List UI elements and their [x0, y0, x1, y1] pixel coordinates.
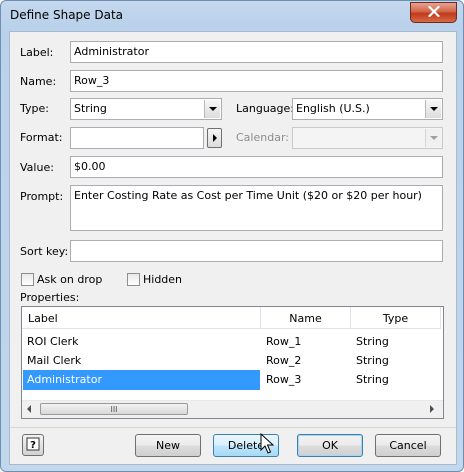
triangle-right-icon	[212, 134, 217, 142]
type-value: String	[74, 102, 107, 115]
row-label: Mail Clerk	[27, 354, 82, 367]
close-button[interactable]	[410, 2, 457, 23]
column-header-name[interactable]: Name	[261, 307, 351, 329]
properties-caption: Properties:	[20, 291, 80, 304]
chevron-down-icon[interactable]	[425, 100, 441, 118]
table-row[interactable]: ROI Clerk Row_1 String	[22, 332, 443, 352]
help-icon: ?	[26, 437, 40, 454]
hidden-checkbox[interactable]	[127, 273, 140, 286]
mouse-pointer-icon	[260, 432, 275, 458]
scroll-left-icon[interactable]	[27, 405, 31, 413]
sortkey-input[interactable]	[70, 240, 443, 262]
row-label: ROI Clerk	[27, 335, 79, 348]
row-type: String	[356, 373, 389, 386]
sortkey-caption: Sort key:	[20, 245, 69, 258]
prompt-caption: Prompt:	[20, 190, 64, 203]
table-row[interactable]: Mail Clerk Row_2 String	[22, 351, 443, 371]
table-row-selected[interactable]: Administrator Row_3 String	[22, 370, 443, 390]
column-header-type[interactable]: Type	[351, 307, 441, 329]
horizontal-scrollbar[interactable]: III	[22, 400, 443, 418]
new-button[interactable]: New	[135, 434, 201, 457]
type-caption: Type:	[20, 102, 49, 115]
name-caption: Name:	[20, 75, 57, 88]
cancel-button[interactable]: Cancel	[375, 434, 441, 457]
prompt-textarea[interactable]: Enter Costing Rate as Cost per Time Unit…	[70, 185, 443, 231]
dialog-client-area: Label: Administrator Name: Row_3 Type: S…	[9, 31, 457, 465]
row-name: Row_1	[266, 335, 302, 348]
divider	[10, 427, 456, 428]
ok-button[interactable]: OK	[297, 434, 363, 457]
ask-on-drop-checkbox[interactable]	[21, 273, 34, 286]
chevron-down-icon	[425, 129, 441, 147]
label-caption: Label:	[20, 46, 54, 59]
name-input[interactable]: Row_3	[70, 70, 443, 92]
language-select[interactable]: English (U.S.)	[292, 98, 443, 120]
close-icon	[427, 5, 440, 20]
row-name: Row_2	[266, 354, 302, 367]
row-type: String	[356, 335, 389, 348]
value-caption: Value:	[20, 161, 54, 174]
language-caption: Language:	[236, 102, 294, 115]
format-picker-button[interactable]	[207, 128, 222, 148]
calendar-caption: Calendar:	[236, 131, 289, 144]
hidden-label[interactable]: Hidden	[143, 273, 182, 286]
help-button[interactable]: ?	[22, 434, 44, 456]
format-caption: Format:	[20, 131, 63, 144]
column-header-label[interactable]: Label	[22, 307, 261, 329]
scroll-right-icon[interactable]	[430, 405, 434, 413]
row-name: Row_3	[266, 373, 302, 386]
type-select[interactable]: String	[70, 98, 222, 120]
row-type: String	[356, 354, 389, 367]
svg-text:?: ?	[30, 440, 36, 451]
title-bar[interactable]: Define Shape Data	[1, 1, 463, 29]
dialog-window: Define Shape Data Label: Administrator N…	[0, 0, 464, 472]
ask-on-drop-label[interactable]: Ask on drop	[37, 273, 102, 286]
row-label: Administrator	[27, 373, 102, 386]
value-input[interactable]: $0.00	[70, 156, 443, 178]
chevron-down-icon[interactable]	[204, 100, 220, 118]
format-input[interactable]	[70, 127, 204, 149]
label-input[interactable]: Administrator	[70, 41, 443, 63]
scrollbar-thumb[interactable]: III	[40, 403, 188, 415]
window-title: Define Shape Data	[10, 8, 124, 22]
calendar-select	[292, 127, 443, 149]
language-value: English (U.S.)	[296, 102, 370, 115]
properties-list[interactable]: Label Name Type ROI Clerk Row_1 String M…	[21, 306, 444, 419]
